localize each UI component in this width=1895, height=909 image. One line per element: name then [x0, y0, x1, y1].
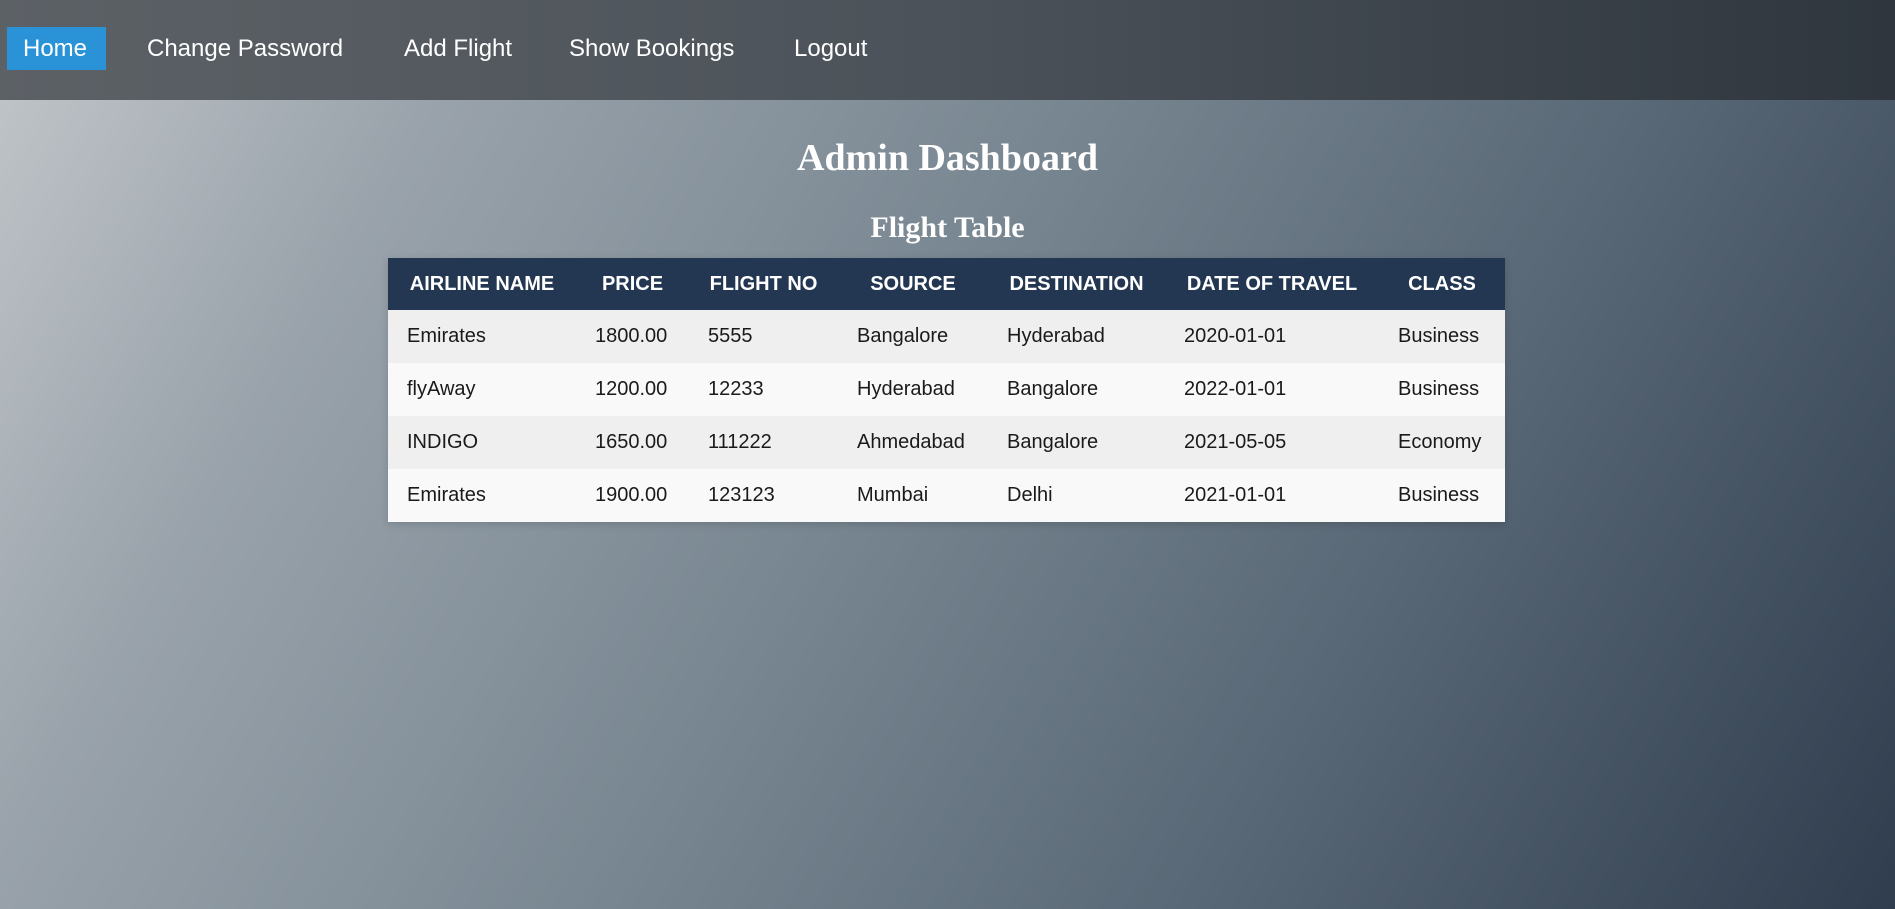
- cell-date-of-travel: 2021-05-05: [1165, 416, 1379, 469]
- flight-table-title: Flight Table: [870, 211, 1025, 244]
- cell-destination: Delhi: [988, 469, 1165, 522]
- cell-class: Business: [1379, 363, 1505, 416]
- table-header-row: AIRLINE NAME PRICE FLIGHT NO SOURCE DEST…: [388, 258, 1505, 310]
- cell-class: Business: [1379, 310, 1505, 363]
- table-row: Emirates 1900.00 123123 Mumbai Delhi 202…: [388, 469, 1505, 522]
- cell-airline-name: Emirates: [388, 469, 576, 522]
- nav-show-bookings-link[interactable]: Show Bookings: [569, 27, 734, 70]
- cell-source: Ahmedabad: [838, 416, 988, 469]
- header-class: CLASS: [1379, 258, 1505, 310]
- cell-price: 1200.00: [576, 363, 689, 416]
- header-source: SOURCE: [838, 258, 988, 310]
- table-row: INDIGO 1650.00 111222 Ahmedabad Bangalor…: [388, 416, 1505, 469]
- cell-flight-no: 111222: [689, 416, 838, 469]
- cell-date-of-travel: 2022-01-01: [1165, 363, 1379, 416]
- header-flight-no: FLIGHT NO: [689, 258, 838, 310]
- cell-date-of-travel: 2020-01-01: [1165, 310, 1379, 363]
- cell-destination: Bangalore: [988, 416, 1165, 469]
- header-price: PRICE: [576, 258, 689, 310]
- header-destination: DESTINATION: [988, 258, 1165, 310]
- cell-price: 1650.00: [576, 416, 689, 469]
- cell-airline-name: flyAway: [388, 363, 576, 416]
- cell-destination: Hyderabad: [988, 310, 1165, 363]
- cell-price: 1900.00: [576, 469, 689, 522]
- cell-flight-no: 12233: [689, 363, 838, 416]
- cell-source: Mumbai: [838, 469, 988, 522]
- cell-airline-name: INDIGO: [388, 416, 576, 469]
- nav-add-flight-link[interactable]: Add Flight: [404, 27, 512, 70]
- flight-table: AIRLINE NAME PRICE FLIGHT NO SOURCE DEST…: [388, 258, 1505, 522]
- top-navbar: Home Change Password Add Flight Show Boo…: [0, 0, 1895, 100]
- cell-airline-name: Emirates: [388, 310, 576, 363]
- cell-flight-no: 5555: [689, 310, 838, 363]
- cell-flight-no: 123123: [689, 469, 838, 522]
- table-row: Emirates 1800.00 5555 Bangalore Hyderaba…: [388, 310, 1505, 363]
- table-row: flyAway 1200.00 12233 Hyderabad Bangalor…: [388, 363, 1505, 416]
- nav-home-link[interactable]: Home: [7, 27, 106, 70]
- header-date-of-travel: DATE OF TRAVEL: [1165, 258, 1379, 310]
- cell-destination: Bangalore: [988, 363, 1165, 416]
- header-airline-name: AIRLINE NAME: [388, 258, 576, 310]
- nav-change-password-link[interactable]: Change Password: [147, 27, 343, 70]
- cell-class: Economy: [1379, 416, 1505, 469]
- cell-source: Bangalore: [838, 310, 988, 363]
- cell-date-of-travel: 2021-01-01: [1165, 469, 1379, 522]
- cell-source: Hyderabad: [838, 363, 988, 416]
- cell-price: 1800.00: [576, 310, 689, 363]
- cell-class: Business: [1379, 469, 1505, 522]
- page-title: Admin Dashboard: [797, 137, 1098, 179]
- nav-logout-link[interactable]: Logout: [794, 27, 867, 70]
